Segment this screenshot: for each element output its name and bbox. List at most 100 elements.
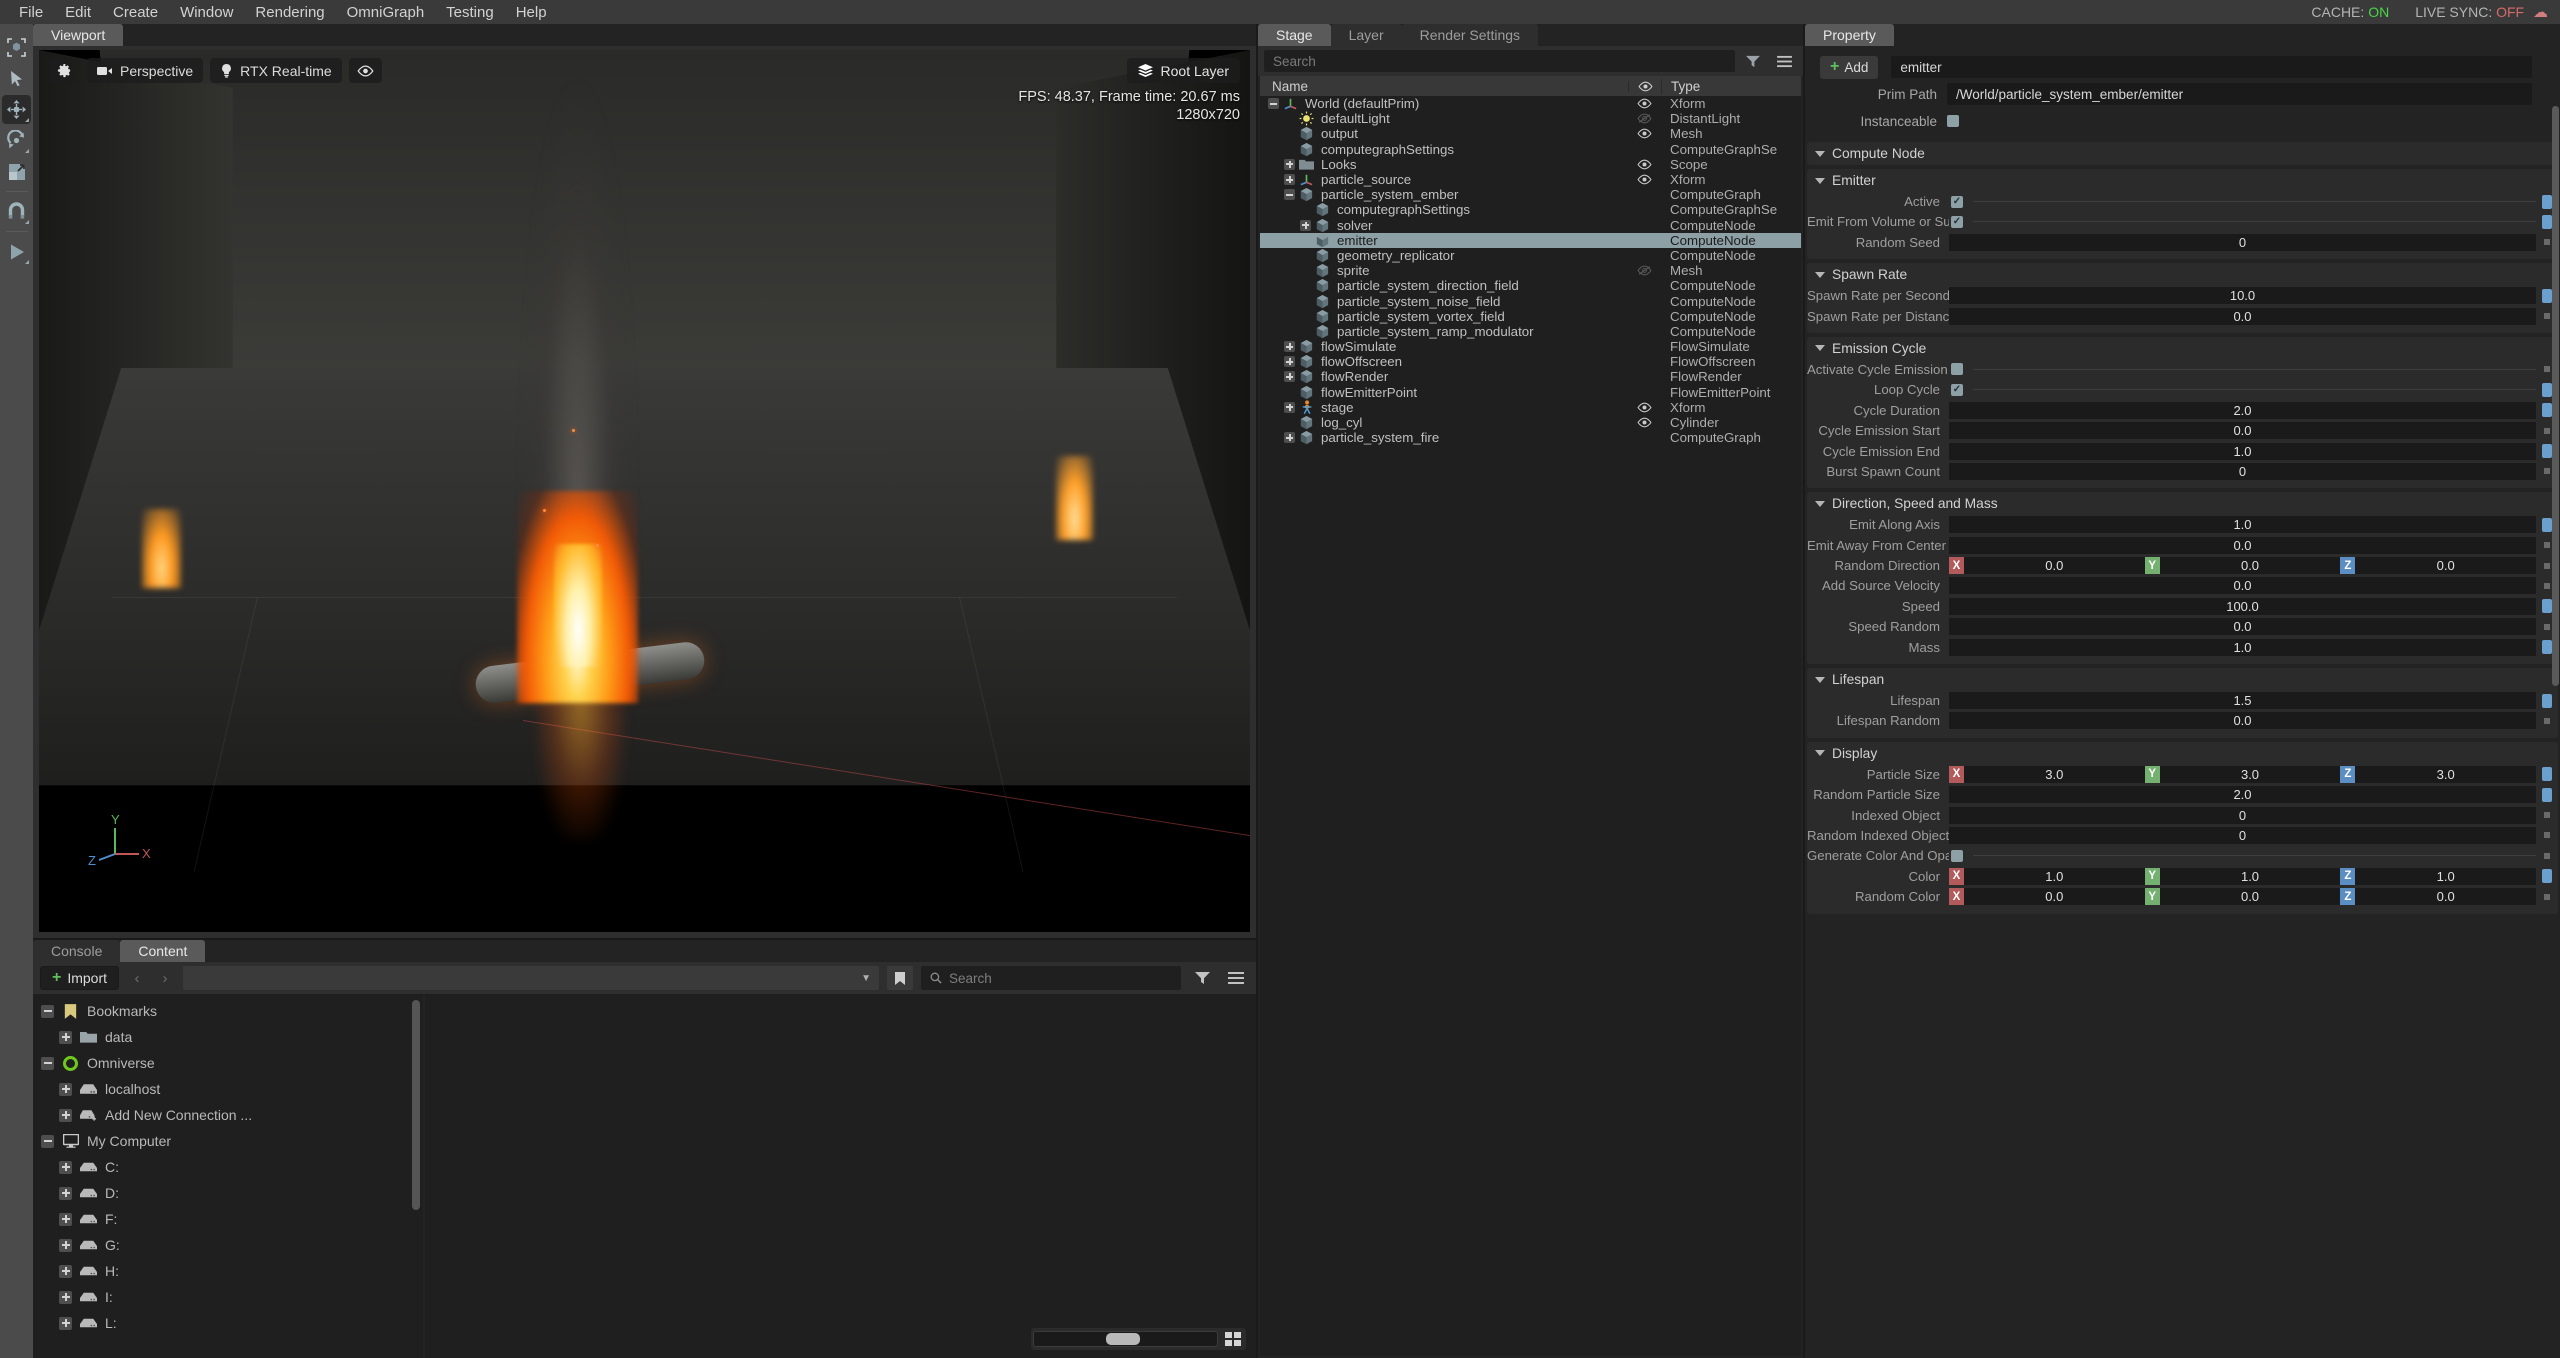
property-section-header[interactable]: Emitter [1807, 169, 2558, 192]
property-scrollbar[interactable] [2552, 106, 2559, 686]
stage-row[interactable]: particle_system_noise_field ComputeNode [1260, 293, 1801, 309]
property-value-input[interactable]: 0 [1949, 826, 2536, 844]
import-button[interactable]: + Import [40, 966, 120, 990]
property-override-indicator[interactable] [2536, 869, 2558, 884]
stage-row[interactable]: particle_system_ramp_modulator ComputeNod… [1260, 324, 1801, 339]
stage-row[interactable]: World (defaultPrim) Xform [1260, 96, 1801, 111]
prim-path-input[interactable]: /World/particle_system_ember/emitter [1947, 83, 2532, 105]
property-vector-y-value[interactable]: 0.0 [2159, 557, 2341, 575]
property-vector-y-value[interactable]: 1.0 [2159, 867, 2341, 885]
property-value-input[interactable]: 0.0 [1949, 422, 2536, 440]
property-vector-y-value[interactable]: 0.0 [2159, 888, 2341, 906]
property-value-input[interactable]: 1.0 [1949, 442, 2536, 460]
add-property-button[interactable]: + Add [1820, 55, 1879, 79]
expand-icon[interactable] [57, 1185, 74, 1202]
content-tree-scrollbar[interactable] [412, 1000, 420, 1210]
nav-forward-button[interactable]: › [155, 970, 175, 987]
stage-row-visibility-toggle[interactable] [1628, 402, 1661, 413]
content-tree-row[interactable]: Add New Connection ... [33, 1102, 423, 1128]
property-default-indicator[interactable] [2536, 852, 2558, 859]
viewport-settings-button[interactable] [49, 58, 80, 83]
expand-icon[interactable] [57, 1263, 74, 1280]
property-value-input[interactable]: 2.0 [1949, 786, 2536, 804]
property-value-input[interactable]: 0 [1949, 233, 2536, 251]
stage-row-visibility-toggle[interactable] [1628, 128, 1661, 139]
content-tree-row[interactable]: data [33, 1024, 423, 1050]
stage-row[interactable]: defaultLight DistantLight [1260, 111, 1801, 126]
content-tree-row[interactable]: I: [33, 1284, 423, 1310]
stage-row[interactable]: sprite Mesh [1260, 263, 1801, 278]
content-tree-row[interactable]: localhost [33, 1076, 423, 1102]
tab-console[interactable]: Console [33, 940, 121, 962]
stage-row[interactable]: particle_system_fire ComputeGraph [1260, 430, 1801, 445]
stage-row[interactable]: geometry_replicator ComputeNode [1260, 248, 1801, 263]
property-vector-z-value[interactable]: 0.0 [2355, 557, 2537, 575]
property-override-indicator[interactable] [2536, 787, 2558, 802]
expand-icon[interactable] [57, 1159, 74, 1176]
stage-row[interactable]: flowSimulate FlowSimulate [1260, 339, 1801, 354]
expand-icon[interactable] [57, 1315, 74, 1332]
snap-tool[interactable] [2, 197, 31, 226]
thumbnail-zoom-knob[interactable] [1106, 1333, 1140, 1345]
property-section-header[interactable]: Emission Cycle [1807, 337, 2558, 360]
stage-row[interactable]: computegraphSettings ComputeGraphSe [1260, 202, 1801, 217]
stage-row[interactable]: flowOffscreen FlowOffscreen [1260, 354, 1801, 369]
content-tree-row[interactable]: L: [33, 1310, 423, 1336]
property-value-input[interactable]: 100.0 [1949, 597, 2536, 615]
select-tool[interactable] [2, 64, 31, 93]
property-vector-z-value[interactable]: 1.0 [2355, 867, 2537, 885]
tab-viewport[interactable]: Viewport [33, 24, 124, 46]
stage-row[interactable]: output Mesh [1260, 126, 1801, 141]
stage-tree[interactable]: World (defaultPrim) Xform defaultLight Dist… [1260, 96, 1801, 1356]
collapse-icon[interactable] [39, 1055, 56, 1072]
content-tree-row[interactable]: Bookmarks [33, 998, 423, 1024]
stage-row[interactable]: stage Xform [1260, 400, 1801, 415]
property-value-input[interactable]: 0.0 [1949, 307, 2536, 325]
scale-tool[interactable] [2, 157, 31, 186]
property-vector-z-value[interactable]: 3.0 [2355, 765, 2537, 783]
property-checkbox[interactable] [1951, 849, 1963, 862]
stage-row-visibility-toggle[interactable] [1628, 417, 1661, 428]
property-vector-y-value[interactable]: 3.0 [2159, 765, 2341, 783]
collapse-icon[interactable] [39, 1133, 56, 1150]
content-thumbnail-grid[interactable] [425, 994, 1256, 1358]
select-box-tool[interactable] [2, 33, 31, 62]
property-value-input[interactable]: 0.0 [1949, 712, 2536, 730]
property-vector-x-value[interactable]: 0.0 [1964, 557, 2145, 575]
expand-icon[interactable] [1298, 219, 1313, 231]
livesync-status[interactable]: LIVE SYNC: OFF ☁ [2415, 3, 2548, 21]
stage-search-input[interactable]: Search [1264, 50, 1735, 72]
property-section-header[interactable]: Display [1807, 742, 2558, 765]
expand-icon[interactable] [57, 1289, 74, 1306]
property-section-header[interactable]: Direction, Speed and Mass [1807, 492, 2558, 515]
bookmark-button[interactable] [887, 966, 913, 990]
expand-icon[interactable] [57, 1211, 74, 1228]
property-value-input[interactable]: 1.5 [1949, 692, 2536, 710]
stage-row[interactable]: particle_system_ember ComputeGraph [1260, 187, 1801, 202]
stage-row[interactable]: particle_source Xform [1260, 172, 1801, 187]
collapse-icon[interactable] [1266, 98, 1281, 110]
menu-item-edit[interactable]: Edit [54, 2, 102, 23]
stage-options-button[interactable] [1771, 49, 1797, 73]
property-value-input[interactable]: 1.0 [1949, 638, 2536, 656]
expand-icon[interactable] [57, 1237, 74, 1254]
content-tree-row[interactable]: G: [33, 1232, 423, 1258]
property-value-input[interactable]: 10.0 [1949, 287, 2536, 305]
property-section-header[interactable]: Spawn Rate [1807, 263, 2558, 286]
instanceable-checkbox[interactable] [1947, 115, 1959, 127]
tab-property[interactable]: Property [1805, 24, 1894, 46]
property-checkbox[interactable] [1951, 195, 1963, 208]
property-default-indicator[interactable] [2536, 812, 2558, 819]
content-menu-button[interactable] [1223, 966, 1249, 990]
property-override-indicator[interactable] [2536, 767, 2558, 782]
play-tool[interactable] [2, 237, 31, 266]
stage-row[interactable]: particle_system_vortex_field ComputeNode [1260, 309, 1801, 324]
content-tree-row[interactable]: D: [33, 1180, 423, 1206]
property-vector-x-value[interactable]: 3.0 [1964, 765, 2145, 783]
stage-row[interactable]: solver ComputeNode [1260, 218, 1801, 233]
expand-icon[interactable] [1282, 432, 1297, 444]
menu-item-rendering[interactable]: Rendering [244, 2, 335, 23]
viewport-camera-button[interactable]: Perspective [87, 58, 204, 83]
stage-row-selected[interactable]: emitter ComputeNode [1260, 232, 1801, 248]
property-vector-x-value[interactable]: 0.0 [1964, 888, 2145, 906]
